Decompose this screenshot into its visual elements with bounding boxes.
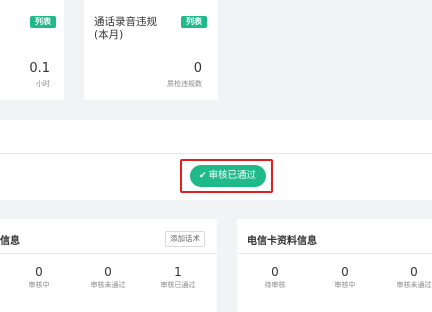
stat-in-review: 0 审核中 (9, 265, 69, 290)
stat-label: 审核未通过 (90, 281, 126, 289)
stat-approved: 1 审核已通过 (148, 265, 208, 290)
list-badge[interactable]: 列表 (30, 16, 56, 28)
stat-label: 审核中 (334, 281, 356, 289)
stat-value: 0 (35, 265, 43, 279)
stat-value: 0 (271, 265, 279, 279)
top-left-stat-card: 列表 0.1 小时 (0, 0, 64, 100)
add-script-button[interactable]: 添加话术 (165, 231, 205, 247)
stat-value: 0 (410, 265, 418, 279)
card-title: 通话录音违规 (本月) (94, 16, 157, 42)
panel-title: 电信卡资料信息 (247, 236, 317, 247)
stat-value: 0 (104, 265, 112, 279)
list-badge[interactable]: 列表 (181, 16, 207, 28)
audit-approved-button[interactable]: ✔ 审核已通过 (190, 165, 267, 187)
violation-count-label: 质检违规数 (167, 80, 202, 88)
stat-value: 1 (174, 265, 182, 279)
stat-value: 0.1 (29, 61, 50, 76)
stat-rejected: 0 审核未通过 (384, 265, 432, 290)
check-icon: ✔ (199, 171, 207, 181)
stat-value: 0 (341, 265, 349, 279)
call-recording-violation-card: 通话录音违规 (本月) 列表 0 质检违规数 (84, 0, 218, 100)
violation-count: 0 (193, 61, 202, 76)
audit-status-label: 审核已通过 (208, 170, 257, 181)
card-title-line2: (本月) (94, 29, 124, 41)
telecom-card-info-panel: 电信卡资料信息 0 待审核 0 审核中 0 审核未通过 (237, 219, 432, 312)
stat-label: 审核未通过 (396, 281, 432, 289)
panel-title: 信息 (0, 236, 20, 247)
stat-label: 待审核 (264, 281, 286, 289)
stat-label: 审核已通过 (160, 281, 196, 289)
stat-in-review: 0 审核中 (315, 265, 375, 290)
script-info-panel: 信息 添加话术 0 审核中 0 审核未通过 1 审核已通过 (0, 219, 217, 312)
divider (0, 153, 432, 154)
stat-pending: 0 待审核 (245, 265, 305, 290)
divider (0, 253, 217, 254)
card-title-line1: 通话录音违规 (94, 16, 157, 28)
stat-rejected: 0 审核未通过 (78, 265, 138, 290)
divider (237, 253, 432, 254)
stat-unit: 小时 (36, 80, 50, 88)
stat-label: 审核中 (28, 281, 50, 289)
